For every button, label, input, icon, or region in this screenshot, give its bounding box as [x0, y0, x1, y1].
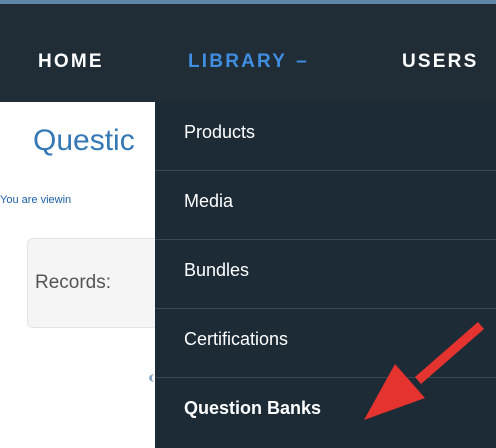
screenshot-page: HOME LIBRARY – USERS Questic You are view…	[0, 0, 496, 448]
dropdown-toggle-icon: –	[296, 51, 307, 72]
menu-item-media[interactable]: Media	[155, 171, 496, 240]
menu-item-products[interactable]: Products	[155, 102, 496, 171]
nav-library[interactable]: LIBRARY –	[188, 51, 307, 73]
menu-item-label: Bundles	[184, 260, 250, 280]
nav-home[interactable]: HOME	[38, 51, 104, 73]
main-navbar: HOME LIBRARY – USERS	[0, 4, 496, 102]
menu-item-label: Certifications	[184, 329, 289, 349]
nav-library-label: LIBRARY	[188, 51, 288, 72]
records-label: Records:	[35, 272, 112, 293]
menu-item-bundles[interactable]: Bundles	[155, 240, 496, 309]
menu-item-label: Products	[184, 122, 256, 142]
library-dropdown-menu: Products Media Bundles Certifications Qu…	[155, 102, 496, 448]
menu-item-certifications[interactable]: Certifications	[155, 309, 496, 378]
viewing-status-text: You are viewin	[0, 194, 72, 206]
menu-item-label: Question Banks	[184, 398, 322, 418]
nav-users[interactable]: USERS	[402, 51, 478, 73]
menu-item-label: Media	[184, 191, 234, 211]
menu-item-question-banks[interactable]: Question Banks	[155, 378, 496, 447]
page-title: Questic	[33, 124, 135, 157]
